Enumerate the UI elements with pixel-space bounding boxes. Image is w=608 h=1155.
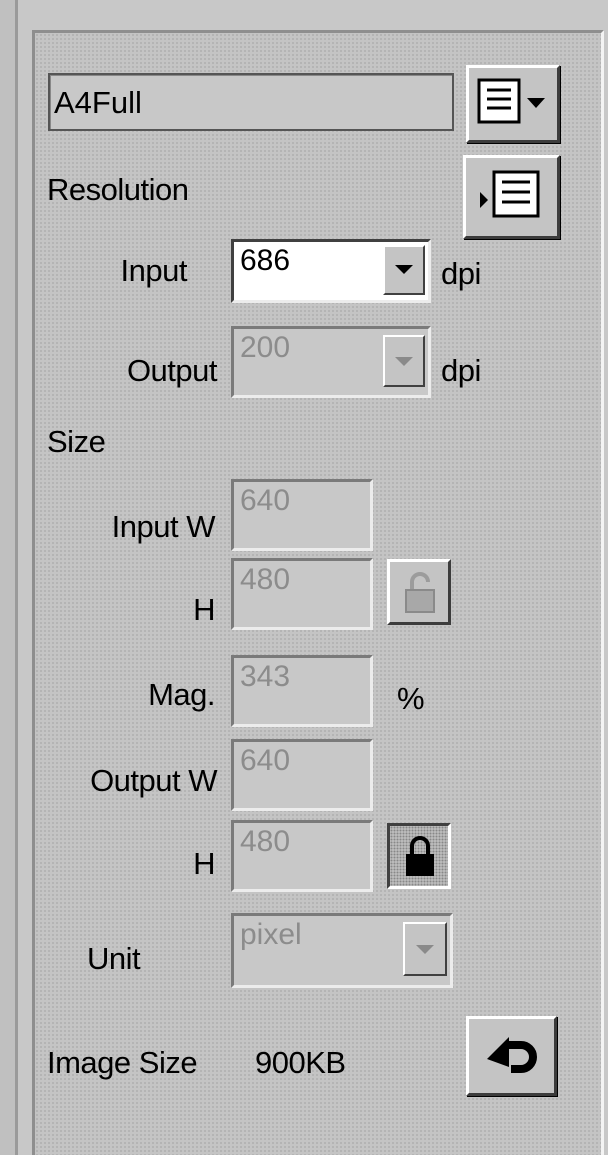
input-width-label: Input W [111,509,216,544]
output-height-label: H [193,846,215,881]
unit-value: pixel [240,918,302,951]
output-width-field: 640 [231,739,373,811]
output-aspect-lock-button [387,823,451,889]
chevron-down-icon [416,945,434,954]
unit-dropdown-button [403,922,447,976]
unlocked-padlock-icon [402,570,438,616]
size-heading: Size [47,424,106,459]
magnification-field: 343 [231,655,373,727]
input-resolution-label: Input [120,253,188,288]
input-height-field: 480 [231,558,373,630]
output-resolution-select: 200 [231,326,431,398]
resolution-heading: Resolution [47,172,189,207]
output-resolution-unit: dpi [441,353,481,388]
output-resolution-label: Output [126,353,218,388]
output-resolution-dropdown-button [383,335,425,387]
input-aspect-lock-button [387,559,451,625]
chevron-down-icon [395,265,413,274]
input-height-label: H [193,592,215,627]
image-size-label: Image Size [47,1045,198,1080]
list-menu-icon [477,78,551,126]
input-resolution-unit: dpi [441,256,481,291]
chevron-down-icon [395,357,413,366]
reset-button[interactable] [466,1016,557,1096]
input-resolution-value: 686 [240,244,291,277]
scan-settings-panel: A4Full Resolution Input 686 dpi Output 2… [32,30,604,1155]
output-resolution-value: 200 [240,331,291,364]
magnification-unit: % [397,681,425,716]
unit-select: pixel [231,913,453,988]
resolution-expand-button[interactable] [463,155,560,239]
expand-list-icon [476,168,550,224]
left-window-edge [0,0,18,1155]
locked-padlock-icon [402,834,438,880]
unit-label: Unit [87,941,141,976]
output-height-field: 480 [231,820,373,892]
preset-menu-button[interactable] [466,65,560,143]
magnification-label: Mag. [148,677,215,712]
undo-arrow-icon [487,1033,541,1077]
input-width-field: 640 [231,479,373,551]
image-size-value: 900KB [255,1045,346,1080]
input-resolution-dropdown-button[interactable] [383,245,425,295]
input-resolution-select[interactable]: 686 [231,239,431,303]
output-width-label: Output W [90,763,217,798]
preset-name-field[interactable]: A4Full [48,73,454,131]
